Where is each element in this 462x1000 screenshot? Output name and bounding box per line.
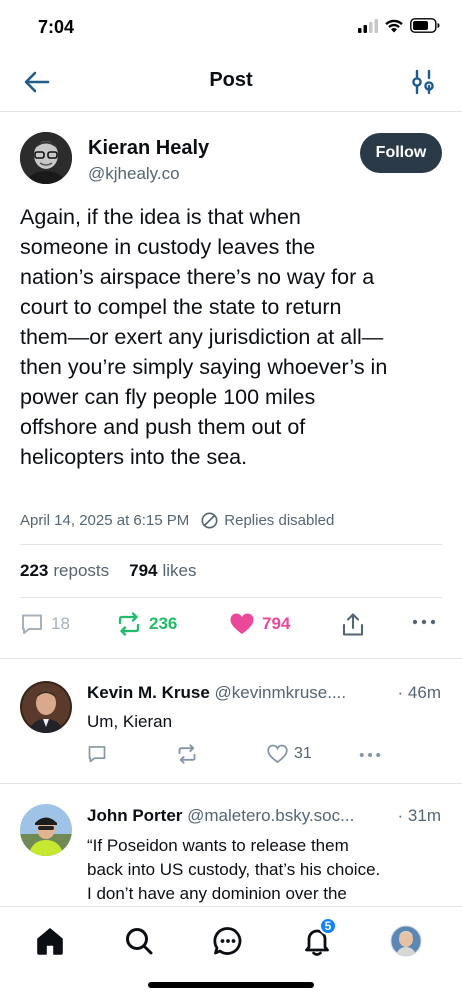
reply-repost-button[interactable] <box>176 744 198 764</box>
reply-item[interactable]: Kevin M. Kruse @kevinmkruse.... · 46m Um… <box>0 659 462 783</box>
reply-actions: 31 <box>87 744 387 768</box>
likes-label: likes <box>162 561 197 580</box>
home-icon <box>37 928 63 955</box>
reply-text: Um, Kieran <box>87 712 173 731</box>
replies-status: Replies disabled <box>224 511 335 529</box>
reply-time: · 46m <box>397 683 441 702</box>
comment-icon <box>22 614 42 634</box>
heart-filled-icon <box>230 613 254 634</box>
reposts-label: reposts <box>53 561 110 580</box>
post-stats: 223 reposts 794 likes <box>20 561 197 581</box>
repost-icon <box>178 744 196 764</box>
repost-icon <box>118 612 140 636</box>
reply-avatar[interactable] <box>20 804 72 856</box>
repost-button[interactable]: 236 <box>116 612 177 636</box>
reposts-stat[interactable]: 223 reposts <box>20 561 109 581</box>
post-timestamp: April 14, 2025 at 6:15 PM <box>20 511 190 529</box>
share-button[interactable] <box>341 612 365 638</box>
notifications-badge: 5 <box>319 917 337 935</box>
tab-chat[interactable] <box>208 921 248 961</box>
reply-author-name: Kevin M. Kruse <box>87 683 210 702</box>
reply-author-handle: @maletero.bsky.soc... <box>187 806 355 825</box>
tab-home[interactable] <box>30 921 70 961</box>
thread-settings-button[interactable] <box>410 68 436 96</box>
tab-search[interactable] <box>119 921 159 961</box>
reply-count: 18 <box>51 614 70 633</box>
post-meta: April 14, 2025 at 6:15 PM Replies disabl… <box>20 510 442 530</box>
share-icon <box>342 613 364 636</box>
reply-author-handle: @kevinmkruse.... <box>214 683 347 702</box>
page-title: Post <box>209 69 253 91</box>
divider <box>20 597 442 598</box>
reply-like-count: 31 <box>294 745 312 762</box>
post-actions: 18 236 794 <box>20 612 442 644</box>
likes-stat[interactable]: 794 likes <box>129 561 196 581</box>
reply-author[interactable]: Kevin M. Kruse @kevinmkruse.... <box>87 683 346 703</box>
ellipsis-icon <box>412 619 436 625</box>
sliders-icon <box>412 69 434 95</box>
status-icons <box>358 18 440 33</box>
wifi-icon <box>385 19 403 32</box>
heart-icon <box>267 744 288 764</box>
battery-icon <box>410 18 440 33</box>
repost-count: 236 <box>149 614 178 633</box>
follow-button[interactable]: Follow <box>360 133 442 173</box>
reply-like-button[interactable]: 31 <box>267 744 312 764</box>
chat-bubble-icon <box>213 927 242 955</box>
author-name[interactable]: Kieran Healy <box>88 137 209 160</box>
ellipsis-icon <box>359 752 381 758</box>
status-bar: 7:04 <box>0 0 462 52</box>
header: Post <box>0 52 462 112</box>
more-options-button[interactable] <box>412 618 436 626</box>
reply-more-button[interactable] <box>359 751 381 759</box>
reply-button[interactable]: 18 <box>20 612 70 636</box>
comment-icon <box>88 746 106 763</box>
reply-item[interactable]: John Porter @maletero.bsky.soc... · 31m … <box>0 784 462 906</box>
status-time: 7:04 <box>38 17 75 37</box>
search-icon <box>126 928 153 955</box>
reply-time: · 31m <box>397 806 441 825</box>
divider <box>20 544 442 545</box>
cellular-signal-icon <box>358 18 378 33</box>
like-button[interactable]: 794 <box>229 612 290 636</box>
reply-avatar[interactable] <box>20 681 72 733</box>
tab-profile[interactable] <box>386 921 426 961</box>
replies-disabled-icon <box>201 512 218 529</box>
reply-text: “If Poseidon wants to release them back … <box>87 836 381 903</box>
home-indicator <box>148 982 314 988</box>
likes-count: 794 <box>129 561 158 580</box>
like-count: 794 <box>262 614 291 633</box>
tab-notifications[interactable]: 5 <box>297 917 337 961</box>
post-author: Kieran Healy @kjhealy.co Follow <box>20 130 442 190</box>
reply-reply-button[interactable] <box>87 744 107 764</box>
profile-avatar <box>390 925 422 957</box>
author-handle[interactable]: @kjhealy.co <box>88 164 180 184</box>
reply-author-name: John Porter <box>87 806 183 825</box>
post-text: Again, if the idea is that when someone … <box>20 205 388 469</box>
author-avatar[interactable] <box>20 132 72 184</box>
reposts-count: 223 <box>20 561 49 580</box>
reply-author[interactable]: John Porter @maletero.bsky.soc... <box>87 806 354 826</box>
